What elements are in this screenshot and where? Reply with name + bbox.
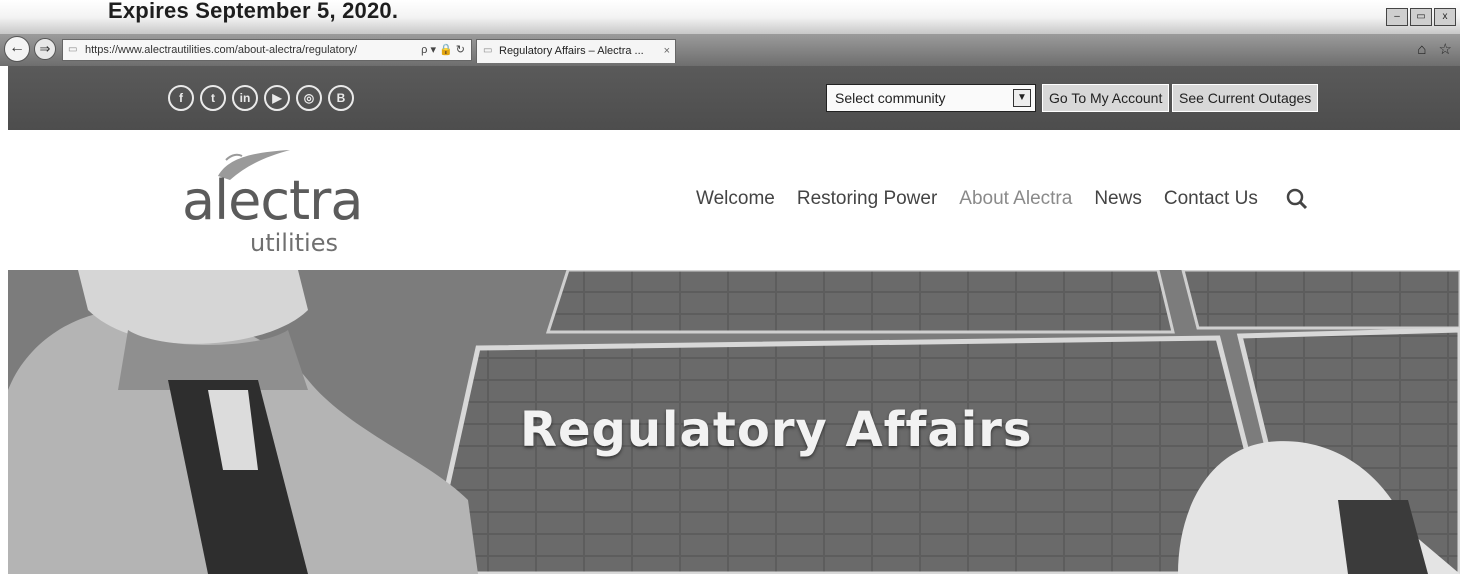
address-bar[interactable]: ▭ https://www.alectrautilities.com/about… — [62, 39, 472, 61]
twitter-icon[interactable]: t — [200, 85, 226, 111]
youtube-icon[interactable]: ▶ — [264, 85, 290, 111]
maximize-button[interactable]: ▭ — [1410, 8, 1432, 26]
nav-contact-us[interactable]: Contact Us — [1164, 188, 1258, 210]
alectra-logo[interactable]: alectra utilities — [170, 146, 370, 266]
chevron-down-icon[interactable]: ▼ — [1013, 89, 1031, 107]
facebook-icon[interactable]: f — [168, 85, 194, 111]
close-window-button[interactable]: x — [1434, 8, 1456, 26]
main-navigation: Welcome Restoring Power About Alectra Ne… — [696, 188, 1308, 210]
tab-title: Regulatory Affairs – Alectra ... — [499, 45, 644, 57]
expiry-stamp: Expires September 5, 2020. — [108, 0, 399, 23]
back-button[interactable]: ← — [4, 36, 30, 62]
forward-button[interactable]: ⇒ — [34, 38, 56, 60]
print-header: Expires September 5, 2020. — [0, 0, 1460, 38]
instagram-icon[interactable]: ◎ — [296, 85, 322, 111]
address-tools[interactable]: ρ ▾ 🔒 ↻ — [421, 40, 465, 60]
see-current-outages-button[interactable]: See Current Outages — [1172, 84, 1319, 112]
tab-close-icon[interactable]: × — [664, 40, 670, 62]
nav-restoring-power[interactable]: Restoring Power — [797, 188, 937, 210]
tab-page-icon: ▭ — [483, 45, 493, 56]
go-to-my-account-button[interactable]: Go To My Account — [1042, 84, 1170, 112]
page-icon: ▭ — [68, 44, 78, 55]
community-select-value: Select community — [835, 90, 946, 106]
site-topbar: f t in ▶ ◎ B Select community ▼ Go To My… — [8, 66, 1460, 130]
hero-banner: Regulatory Affairs — [8, 270, 1460, 574]
search-icon[interactable] — [1286, 188, 1308, 210]
minimize-button[interactable]: – — [1386, 8, 1408, 26]
logo-wordmark: alectra — [182, 169, 363, 232]
logo-subtitle: utilities — [250, 229, 338, 257]
nav-welcome[interactable]: Welcome — [696, 188, 775, 210]
community-select[interactable]: Select community ▼ — [826, 84, 1036, 112]
window-controls: – ▭ x — [1380, 8, 1460, 30]
home-favorites-icons[interactable]: ⌂ ☆ — [1417, 40, 1456, 58]
blog-icon[interactable]: B — [328, 85, 354, 111]
social-links: f t in ▶ ◎ B — [168, 85, 354, 111]
page-title: Regulatory Affairs — [520, 402, 1033, 458]
nav-about-alectra[interactable]: About Alectra — [959, 188, 1072, 210]
url-text: https://www.alectrautilities.com/about-a… — [85, 44, 358, 56]
browser-toolbar: – ▭ x ← ⇒ ▭ https://www.alectrautilities… — [0, 8, 1460, 66]
browser-tab[interactable]: ▭ Regulatory Affairs – Alectra ... × — [476, 39, 676, 63]
linkedin-icon[interactable]: in — [232, 85, 258, 111]
nav-news[interactable]: News — [1094, 188, 1142, 210]
